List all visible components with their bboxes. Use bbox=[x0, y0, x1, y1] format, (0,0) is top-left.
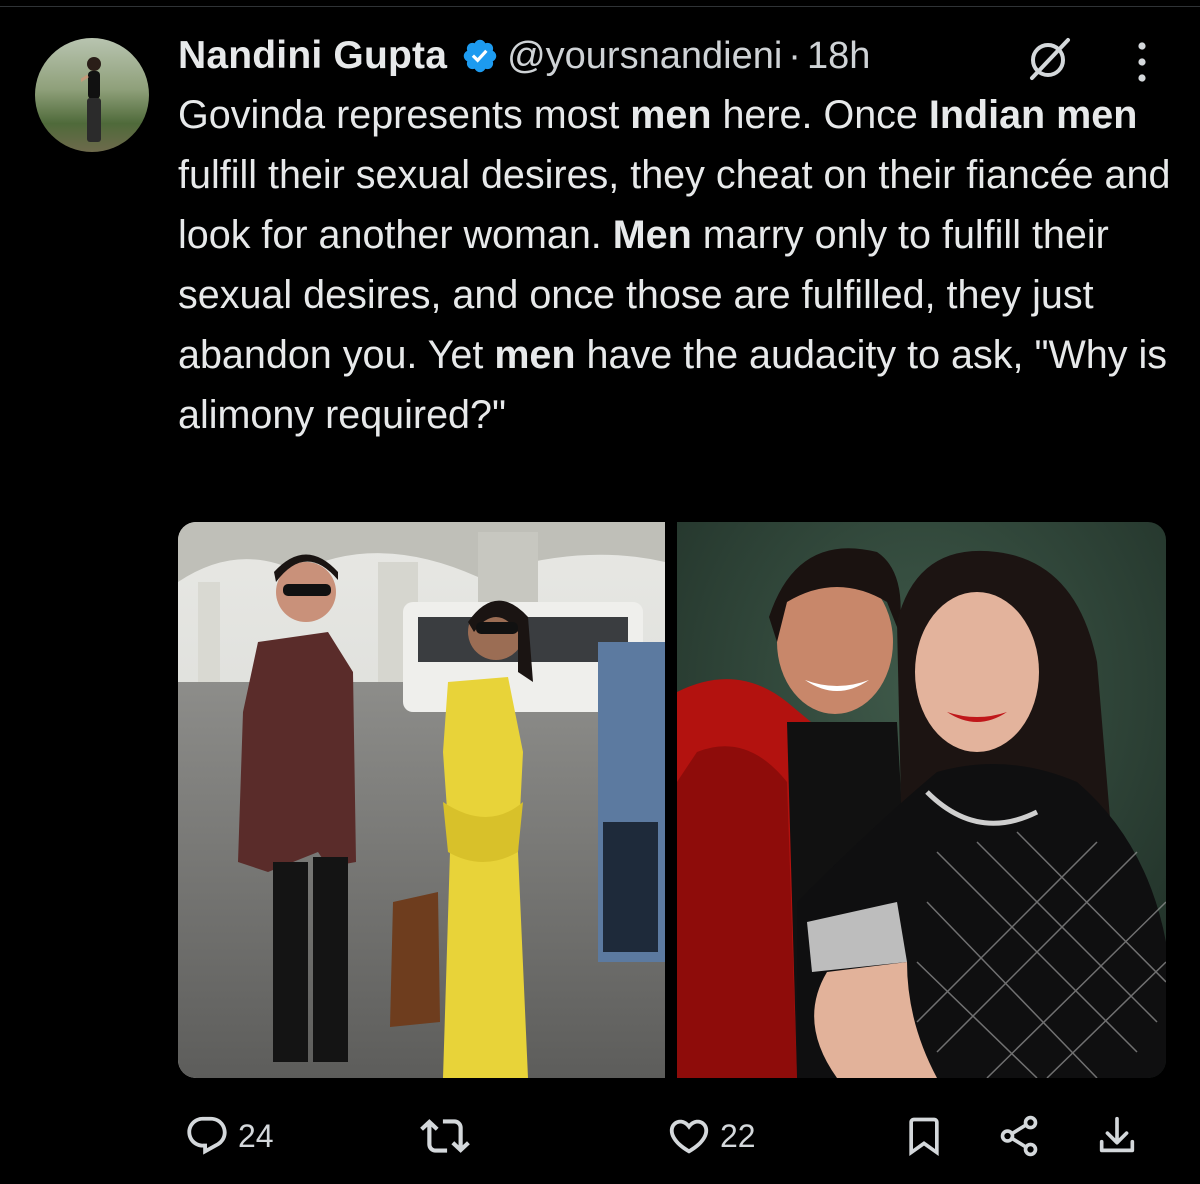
share-nodes-icon bbox=[1000, 1115, 1038, 1157]
avatar[interactable] bbox=[35, 38, 149, 152]
tweet-text-bold-segment: Men bbox=[612, 213, 692, 257]
top-divider bbox=[0, 6, 1200, 7]
photo-couple-portrait bbox=[677, 522, 1166, 1078]
tweet-text-segment: Govinda represents most bbox=[178, 93, 631, 137]
media-photo-airport[interactable] bbox=[178, 522, 665, 1078]
verified-badge-icon[interactable] bbox=[461, 37, 499, 75]
grok-icon[interactable] bbox=[1024, 34, 1074, 84]
tweet-text: Govinda represents most men here. Once I… bbox=[178, 85, 1178, 445]
avatar-person bbox=[81, 57, 101, 142]
photo-airport-couple bbox=[178, 522, 665, 1078]
bookmark-icon bbox=[909, 1117, 939, 1157]
more-options-icon[interactable] bbox=[1134, 40, 1150, 84]
share-button[interactable] bbox=[996, 1104, 1042, 1168]
media-photo-portrait[interactable] bbox=[677, 522, 1166, 1078]
tweet-text-segment: here. Once bbox=[711, 93, 929, 137]
author-name[interactable]: Nandini Gupta bbox=[178, 34, 447, 78]
repost-icon bbox=[420, 1119, 470, 1153]
tweet-text-bold-segment: men bbox=[630, 93, 712, 137]
author-handle[interactable]: @yoursnandieni bbox=[507, 35, 782, 78]
like-count: 22 bbox=[720, 1117, 756, 1154]
action-bar: 24 22 bbox=[0, 1104, 1200, 1168]
heart-icon bbox=[669, 1119, 709, 1154]
reply-button[interactable]: 24 bbox=[184, 1104, 274, 1168]
download-button[interactable] bbox=[1094, 1104, 1140, 1168]
tweet-text-bold-segment: Indian men bbox=[928, 93, 1138, 137]
reply-count: 24 bbox=[238, 1117, 274, 1154]
like-button[interactable]: 22 bbox=[666, 1104, 756, 1168]
tweet-header: Nandini Gupta @yoursnandieni · 18h bbox=[178, 30, 870, 82]
tweet-text-bold-segment: men bbox=[494, 333, 576, 377]
bookmark-button[interactable] bbox=[902, 1104, 946, 1168]
repost-button[interactable] bbox=[420, 1104, 478, 1168]
timestamp[interactable]: 18h bbox=[807, 35, 870, 78]
download-icon bbox=[1099, 1116, 1135, 1153]
separator-dot: · bbox=[788, 34, 801, 77]
reply-icon bbox=[187, 1116, 227, 1155]
